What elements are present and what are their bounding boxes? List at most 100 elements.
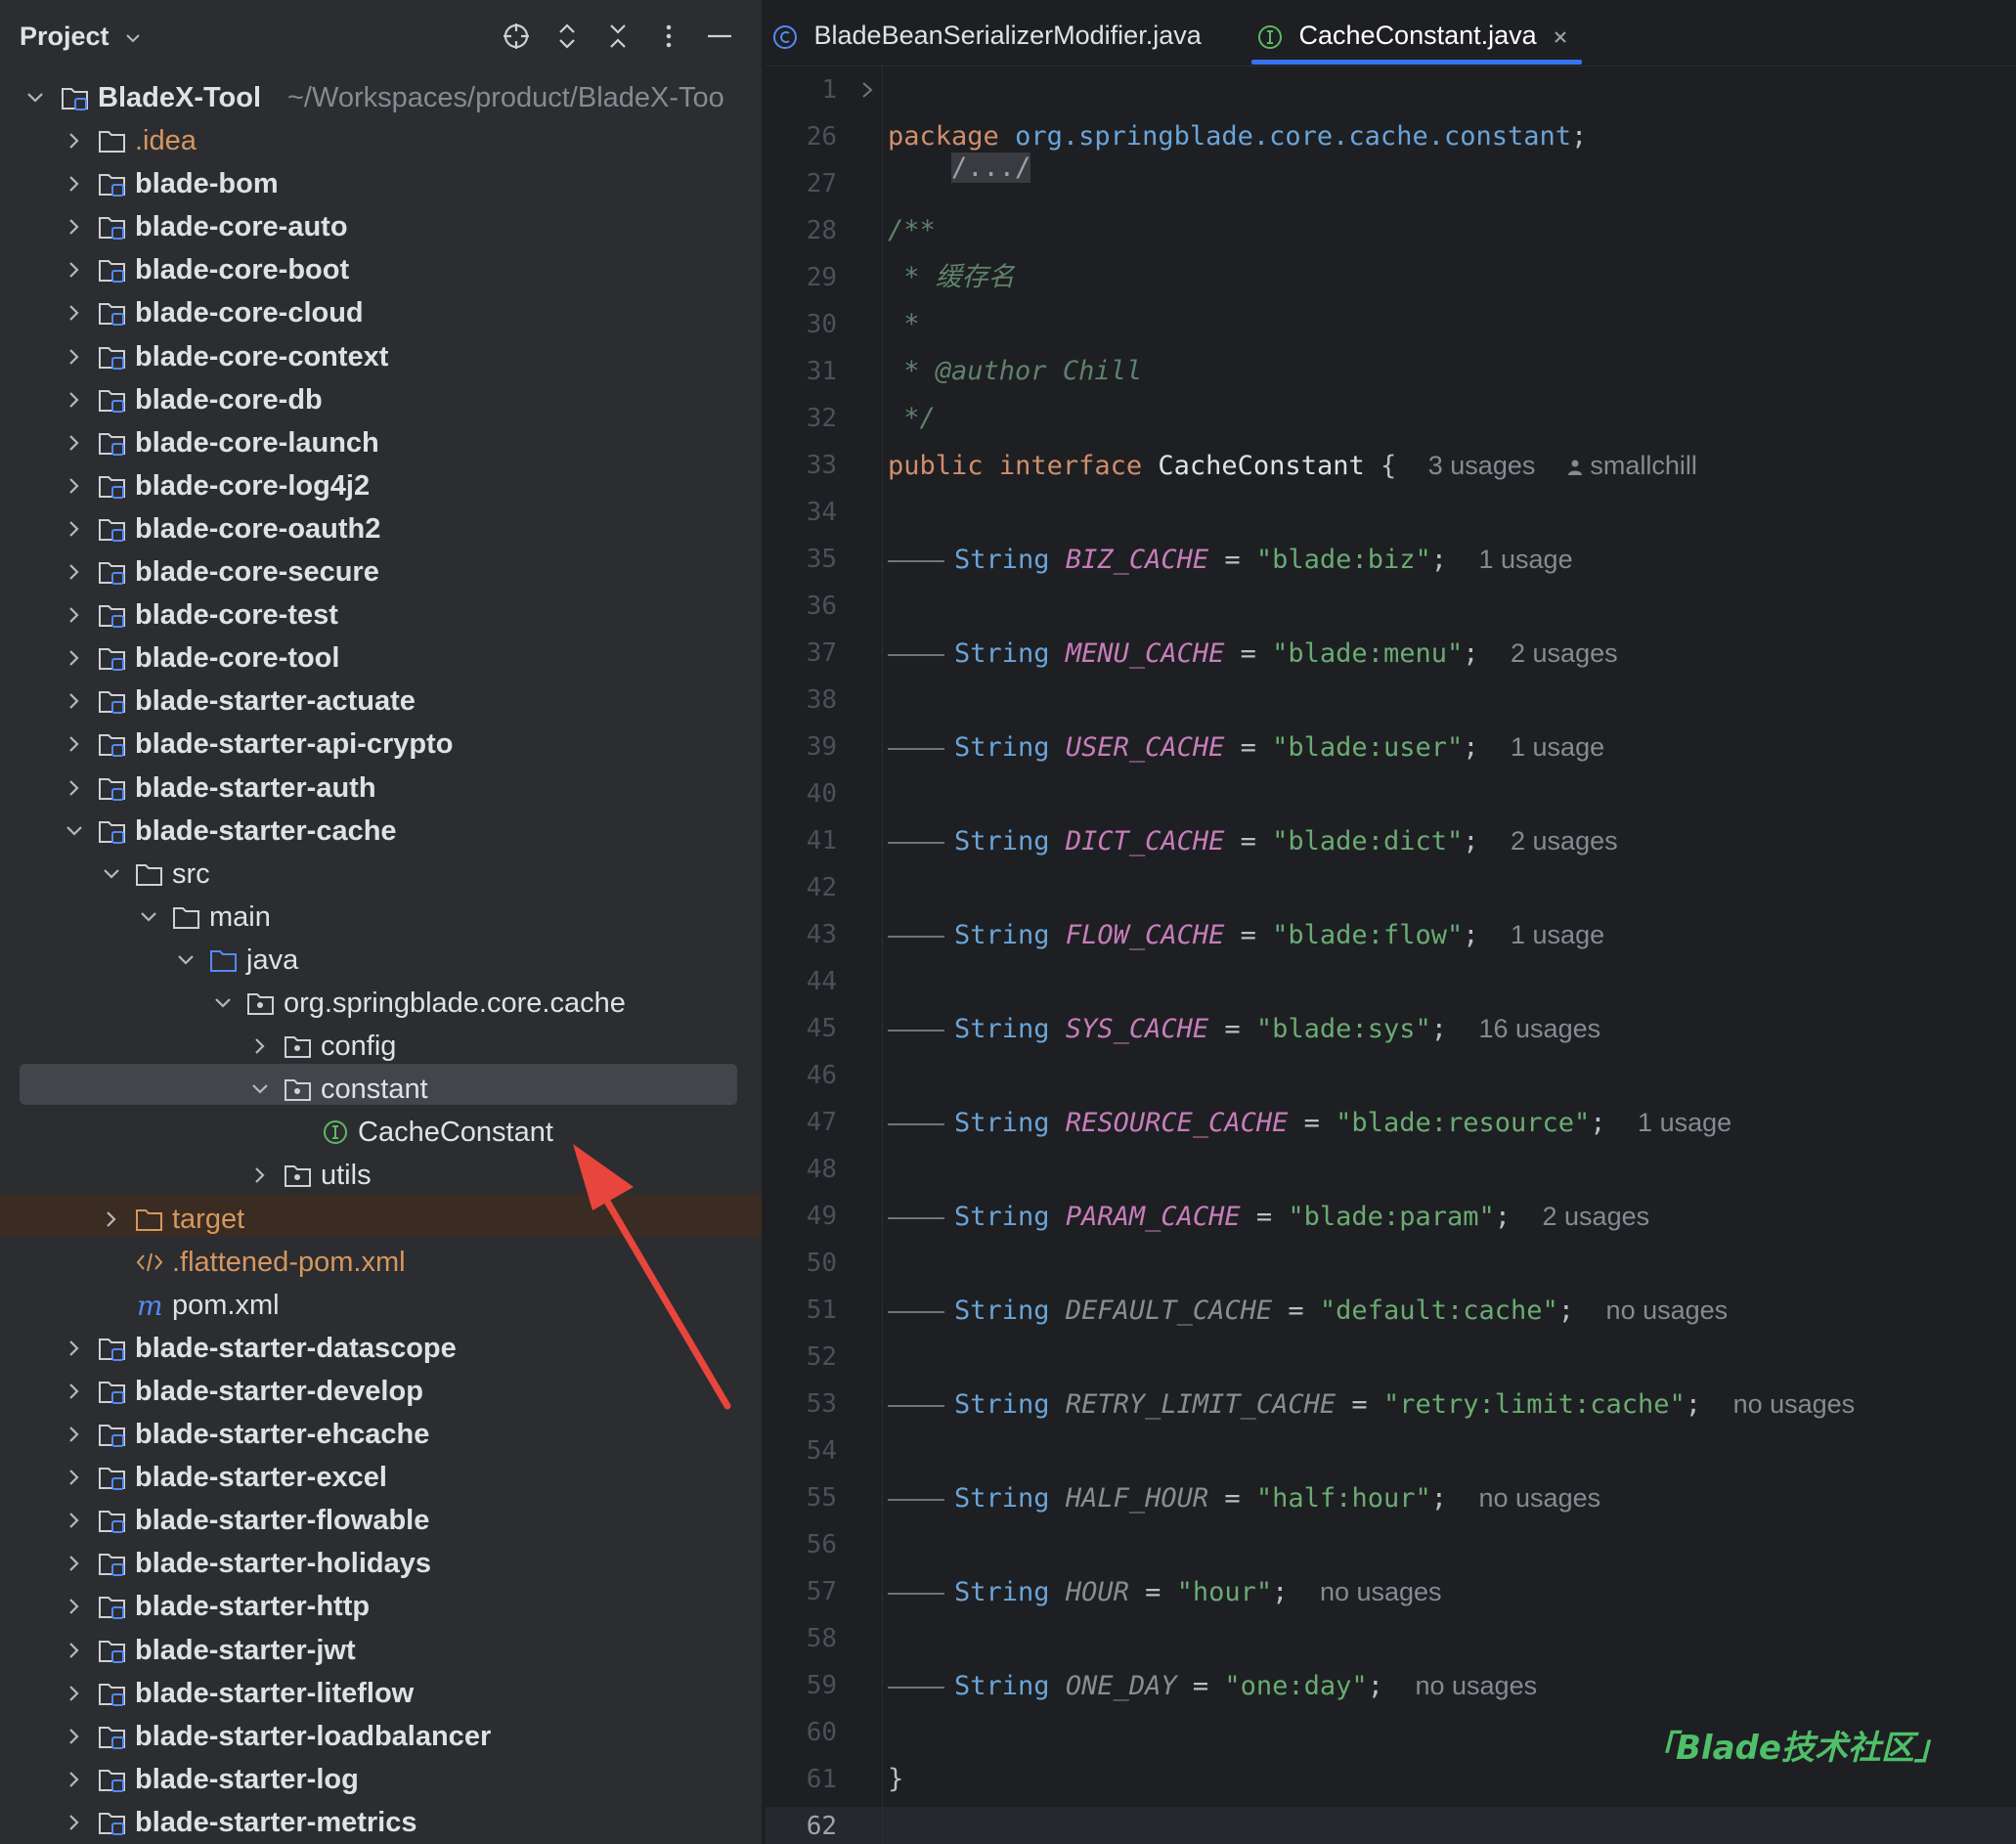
chevron-right-icon[interactable] (65, 1511, 84, 1530)
chevron-right-icon[interactable] (65, 734, 84, 754)
tree-item[interactable]: blade-core-secure (0, 550, 762, 593)
tree-item[interactable]: blade-core-boot (0, 248, 762, 291)
chevron-right-icon[interactable] (65, 390, 84, 410)
chevron-down-icon[interactable] (213, 993, 233, 1013)
usages-hint[interactable]: 2 usages (1543, 1202, 1650, 1231)
tree-item[interactable]: m pom.xml (0, 1284, 762, 1327)
chevron-right-icon[interactable] (65, 519, 84, 539)
tab-bladebeanserializermodifier[interactable]: BladeBeanSerializerModifier.java (771, 16, 1202, 55)
chevron-down-icon[interactable] (102, 864, 121, 884)
tree-item[interactable]: .idea (0, 119, 762, 162)
chevron-right-icon[interactable] (65, 260, 84, 280)
chevron-right-icon[interactable] (65, 1554, 84, 1573)
usages-hint[interactable]: 2 usages (1511, 826, 1618, 856)
tree-item[interactable]: blade-starter-excel (0, 1456, 762, 1499)
tree-item[interactable]: target (0, 1198, 762, 1241)
usages-hint[interactable]: 1 usage (1479, 545, 1573, 574)
tree-item[interactable]: .flattened-pom.xml (0, 1241, 762, 1284)
chevron-right-icon[interactable] (65, 1770, 84, 1789)
tree-item[interactable]: CacheConstant (0, 1111, 762, 1154)
chevron-down-icon[interactable] (176, 950, 196, 970)
usages-hint[interactable]: 16 usages (1479, 1014, 1601, 1043)
hide-panel-icon[interactable] (700, 18, 739, 55)
tree-item[interactable]: blade-starter-liteflow (0, 1672, 762, 1715)
more-options-icon[interactable] (649, 18, 688, 55)
tree-item[interactable]: config (0, 1025, 762, 1068)
tree-item[interactable]: blade-starter-ehcache (0, 1413, 762, 1456)
usages-hint[interactable]: 2 usages (1511, 638, 1618, 668)
chevron-right-icon[interactable] (65, 1382, 84, 1401)
chevron-right-icon[interactable] (65, 303, 84, 323)
tree-item[interactable]: main (0, 896, 762, 939)
project-panel-title[interactable]: Project (20, 22, 142, 52)
chevron-right-icon[interactable] (65, 1597, 84, 1616)
chevron-right-icon[interactable] (65, 1339, 84, 1358)
tree-item[interactable]: blade-starter-jwt (0, 1629, 762, 1672)
locate-icon[interactable] (497, 18, 536, 55)
tree-item[interactable]: src (0, 853, 762, 896)
usages-hint[interactable]: no usages (1606, 1295, 1729, 1325)
chevron-down-icon[interactable] (25, 88, 45, 108)
chevron-right-icon[interactable] (65, 691, 84, 711)
usages-hint[interactable]: no usages (1479, 1483, 1601, 1513)
expand-all-icon[interactable] (548, 18, 587, 55)
chevron-right-icon[interactable] (65, 1813, 84, 1832)
tree-item[interactable]: java (0, 939, 762, 982)
usages-hint[interactable]: 1 usage (1511, 732, 1604, 762)
usages-hint[interactable]: no usages (1733, 1389, 1856, 1419)
chevron-right-icon[interactable] (65, 778, 84, 798)
tree-item[interactable]: utils (0, 1154, 762, 1197)
tree-item[interactable]: blade-core-db (0, 378, 762, 421)
tree-item[interactable]: constant (0, 1068, 762, 1111)
tree-item[interactable]: blade-starter-holidays (0, 1542, 762, 1585)
chevron-right-icon[interactable] (65, 1684, 84, 1703)
tree-item[interactable]: blade-starter-cache (0, 810, 762, 853)
tree-item[interactable]: blade-starter-actuate (0, 680, 762, 723)
tree-item[interactable]: blade-core-test (0, 593, 762, 637)
tree-item[interactable]: blade-core-log4j2 (0, 464, 762, 507)
tree-item[interactable]: blade-core-tool (0, 637, 762, 680)
tree-item[interactable]: blade-starter-loadbalancer (0, 1715, 762, 1758)
tree-item[interactable]: blade-starter-metrics (0, 1801, 762, 1844)
close-icon[interactable] (1552, 28, 1569, 46)
tree-item[interactable]: blade-bom (0, 162, 762, 205)
tree-item[interactable]: blade-core-cloud (0, 291, 762, 334)
chevron-right-icon[interactable] (65, 1727, 84, 1746)
tree-item[interactable]: blade-starter-develop (0, 1370, 762, 1413)
chevron-right-icon[interactable] (65, 476, 84, 496)
chevron-down-icon[interactable] (139, 907, 158, 927)
tree-item[interactable]: blade-starter-datascope (0, 1327, 762, 1370)
chevron-right-icon[interactable] (65, 1641, 84, 1660)
tree-item[interactable]: blade-starter-flowable (0, 1499, 762, 1542)
tree-item[interactable]: blade-starter-http (0, 1585, 762, 1628)
tree-root-bladex-tool[interactable]: BladeX-Tool ~/Workspaces/product/BladeX-… (0, 76, 762, 119)
chevron-down-icon[interactable] (65, 821, 84, 841)
tree-item[interactable]: blade-core-oauth2 (0, 507, 762, 550)
tree-item[interactable]: blade-starter-auth (0, 767, 762, 810)
tab-cacheconstant[interactable]: CacheConstant.java (1256, 16, 1569, 55)
class-usages-hint[interactable]: 3 usages (1428, 451, 1536, 480)
chevron-right-icon[interactable] (65, 217, 84, 237)
chevron-right-icon[interactable] (250, 1165, 270, 1185)
chevron-right-icon[interactable] (250, 1036, 270, 1056)
tree-item[interactable]: blade-starter-log (0, 1758, 762, 1801)
collapse-all-icon[interactable] (598, 18, 637, 55)
chevron-right-icon[interactable] (858, 80, 876, 100)
tree-item[interactable]: blade-starter-api-crypto (0, 723, 762, 766)
author-hint[interactable]: smallchill (1567, 451, 1697, 480)
chevron-right-icon[interactable] (65, 648, 84, 668)
chevron-down-icon[interactable] (250, 1079, 270, 1099)
tree-item[interactable]: blade-core-launch (0, 421, 762, 464)
usages-hint[interactable]: no usages (1415, 1671, 1537, 1700)
chevron-right-icon[interactable] (102, 1209, 121, 1229)
chevron-right-icon[interactable] (65, 131, 84, 151)
tree-item[interactable]: blade-core-context (0, 335, 762, 378)
usages-hint[interactable]: 1 usage (1638, 1108, 1731, 1137)
chevron-right-icon[interactable] (65, 562, 84, 582)
usages-hint[interactable]: 1 usage (1511, 920, 1604, 949)
chevron-right-icon[interactable] (65, 1468, 84, 1487)
chevron-right-icon[interactable] (65, 174, 84, 194)
usages-hint[interactable]: no usages (1320, 1577, 1442, 1606)
tree-item[interactable]: blade-core-auto (0, 205, 762, 248)
chevron-right-icon[interactable] (65, 433, 84, 453)
